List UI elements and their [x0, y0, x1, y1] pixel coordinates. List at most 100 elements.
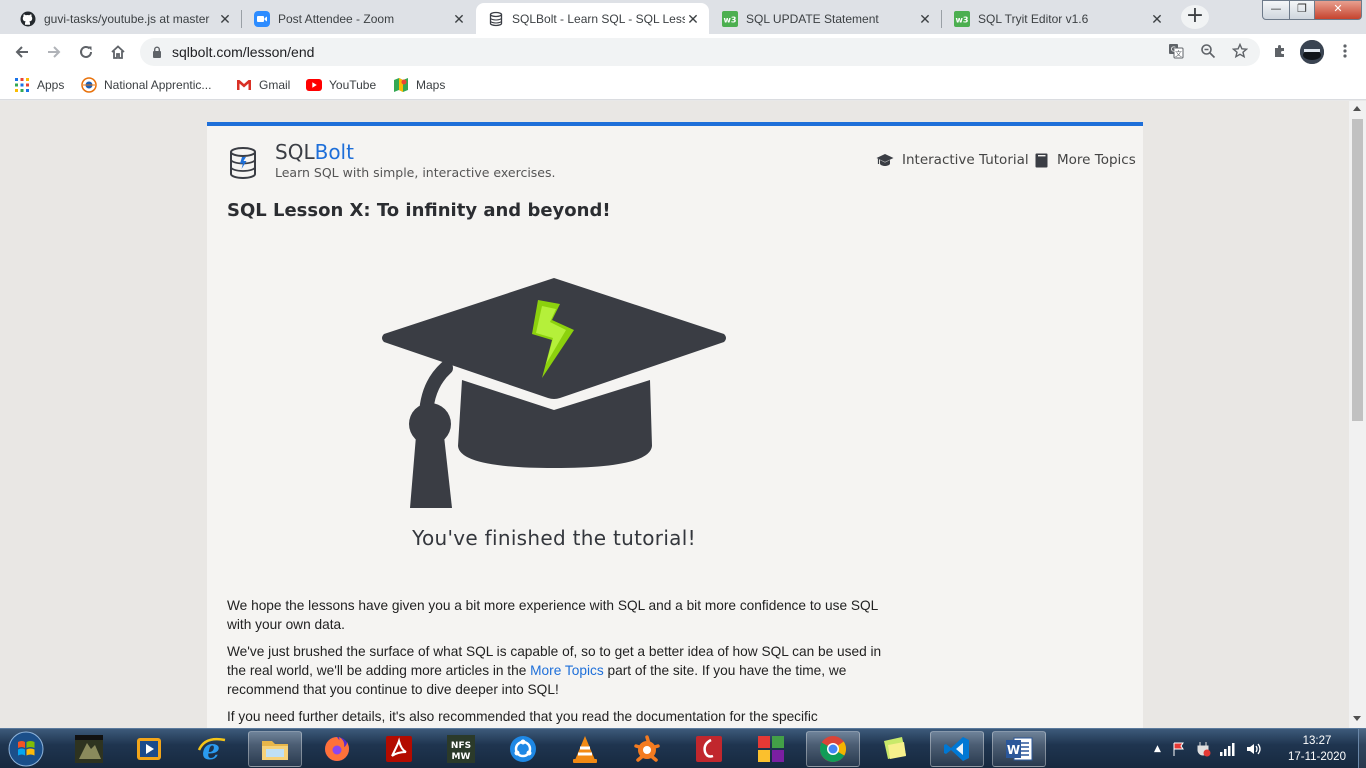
brand-accent: Bolt [314, 140, 354, 164]
taskbar-vlc[interactable] [558, 731, 612, 767]
bookmark-national-apprenticeship[interactable]: National Apprentic... [81, 76, 211, 94]
scroll-up-arrow-icon[interactable] [1353, 106, 1361, 111]
tab-w3schools-tryit[interactable]: w3 SQL Tryit Editor v1.6 ✕ [942, 3, 1173, 34]
back-button[interactable] [8, 38, 36, 66]
battlefield-game-icon [75, 735, 103, 763]
w3schools-icon: w3 [722, 10, 738, 27]
menu-kebab-icon[interactable] [1336, 42, 1354, 60]
taskbar-nfs[interactable]: NFS MW [434, 731, 488, 767]
svg-text:G: G [1171, 46, 1176, 54]
minimize-window-button[interactable]: — [1262, 0, 1290, 20]
translate-icon[interactable]: 文G [1167, 42, 1185, 60]
bookmark-label: Apps [37, 78, 65, 92]
paragraph-documentation: If you need further details, it's also r… [227, 709, 818, 724]
brand-prefix: SQL [275, 140, 315, 164]
extensions-puzzle-icon[interactable] [1271, 42, 1289, 60]
taskbar-sync-app[interactable] [496, 731, 550, 767]
nav-more-topics[interactable]: More Topics [1035, 152, 1136, 168]
bookmark-youtube[interactable]: YouTube [306, 76, 376, 94]
home-button[interactable] [104, 38, 132, 66]
taskbar-chrome[interactable] [806, 731, 860, 767]
bookmark-label: YouTube [329, 78, 377, 92]
tab-w3schools-update[interactable]: w3 SQL UPDATE Statement ✕ [710, 3, 941, 34]
site-brand[interactable]: SQLBolt [275, 140, 354, 164]
tab-zoom[interactable]: Post Attendee - Zoom ✕ [242, 3, 475, 34]
tab-sqlbolt[interactable]: SQLBolt - Learn SQL - SQL Lesson ✕ [476, 3, 709, 34]
taskbar-firefox[interactable] [310, 731, 364, 767]
taskbar-clock[interactable]: 13:27 17-11-2020 [1280, 733, 1354, 765]
need-for-speed-icon: NFSMW [447, 735, 475, 763]
tab-title: SQL Tryit Editor v1.6 [978, 11, 1089, 26]
bookmarks-bar: Apps National Apprentic... Gmail YouTube… [0, 70, 1366, 100]
show-desktop-button[interactable] [1358, 729, 1366, 768]
taskbar-microsoft-app[interactable] [744, 731, 798, 767]
paragraph-more-topics: We've just brushed the surface of what S… [227, 642, 887, 699]
forward-arrow-icon [48, 46, 61, 58]
reload-button[interactable] [72, 38, 100, 66]
taskbar-media-player[interactable] [122, 731, 176, 767]
windows-orb-icon [8, 731, 44, 767]
taskbar-vscode[interactable] [930, 731, 984, 767]
vlc-icon [573, 736, 597, 763]
youtube-icon [306, 77, 322, 93]
close-tab-icon[interactable]: ✕ [451, 11, 467, 27]
close-window-button[interactable]: ✕ [1314, 0, 1362, 20]
apprenticeship-icon [81, 77, 97, 93]
chrome-icon [820, 736, 847, 762]
maximize-window-button[interactable]: ❐ [1289, 0, 1315, 20]
taskbar-file-explorer[interactable] [248, 731, 302, 767]
lesson-card: SQLBolt Learn SQL with simple, interacti… [207, 122, 1143, 728]
bookmark-label: National Apprentic... [104, 78, 212, 92]
volume-speaker-icon[interactable] [1245, 741, 1261, 757]
bookmark-apps[interactable]: Apps [14, 76, 64, 94]
bookmark-gmail[interactable]: Gmail [236, 76, 290, 94]
close-tab-icon[interactable]: ✕ [685, 11, 701, 27]
forward-button[interactable] [40, 38, 68, 66]
nav-interactive-tutorial[interactable]: Interactive Tutorial [876, 152, 1029, 168]
tab-title: SQL UPDATE Statement [746, 11, 879, 26]
clock-time: 13:27 [1302, 735, 1332, 747]
power-plug-icon[interactable] [1195, 741, 1211, 757]
taskbar-acrobat[interactable] [372, 731, 426, 767]
show-hidden-icons-arrow-icon[interactable]: ▲ [1154, 744, 1161, 754]
taskbar-internet-explorer[interactable]: e [184, 731, 238, 767]
more-topics-link[interactable]: More Topics [530, 663, 604, 678]
zoom-magnifier-icon[interactable] [1199, 42, 1217, 60]
address-bar[interactable]: sqlbolt.com/lesson/end [140, 38, 1260, 66]
clock-date: 17-11-2020 [1288, 751, 1346, 763]
start-button[interactable] [4, 730, 48, 768]
maps-icon [393, 77, 409, 93]
browser-toolbar: sqlbolt.com/lesson/end 文G [0, 34, 1366, 70]
url-text: sqlbolt.com/lesson/end [172, 44, 315, 60]
network-signal-icon[interactable] [1219, 742, 1237, 756]
new-tab-button[interactable]: + [1181, 5, 1209, 29]
profile-avatar[interactable] [1300, 40, 1324, 64]
taskbar-word[interactable]: W [992, 731, 1046, 767]
internet-explorer-icon: e [197, 734, 226, 764]
folder-icon [262, 741, 288, 760]
taskbar-avast[interactable] [620, 731, 674, 767]
tab-github[interactable]: guvi-tasks/youtube.js at master ✕ [8, 3, 241, 34]
taskbar-oracle[interactable] [682, 731, 736, 767]
nav-label: More Topics [1057, 152, 1136, 168]
svg-text:W: W [1007, 743, 1020, 757]
paragraph-experience: We hope the lessons have given you a bit… [227, 598, 878, 632]
taskbar-sticky-notes[interactable] [868, 731, 922, 767]
bookmark-maps[interactable]: Maps [393, 76, 445, 94]
sqlbolt-logo-icon[interactable] [227, 146, 259, 180]
page-viewport: SQLBolt Learn SQL with simple, interacti… [0, 101, 1349, 728]
close-tab-icon[interactable]: ✕ [917, 11, 933, 27]
colored-squares-icon [758, 736, 784, 762]
media-player-icon [137, 738, 161, 760]
close-tab-icon[interactable]: ✕ [1149, 11, 1165, 27]
github-icon [20, 11, 36, 27]
action-center-flag-icon[interactable] [1171, 741, 1187, 757]
tab-title: SQLBolt - Learn SQL - SQL Lesson [512, 11, 685, 26]
taskbar-battlefield[interactable] [62, 731, 116, 767]
scrollbar-thumb[interactable] [1352, 119, 1363, 421]
scroll-down-arrow-icon[interactable] [1353, 716, 1361, 721]
page-scrollbar[interactable] [1349, 101, 1366, 728]
close-tab-icon[interactable]: ✕ [217, 11, 233, 27]
bookmark-label: Gmail [259, 78, 291, 92]
bookmark-star-icon[interactable] [1231, 42, 1249, 60]
